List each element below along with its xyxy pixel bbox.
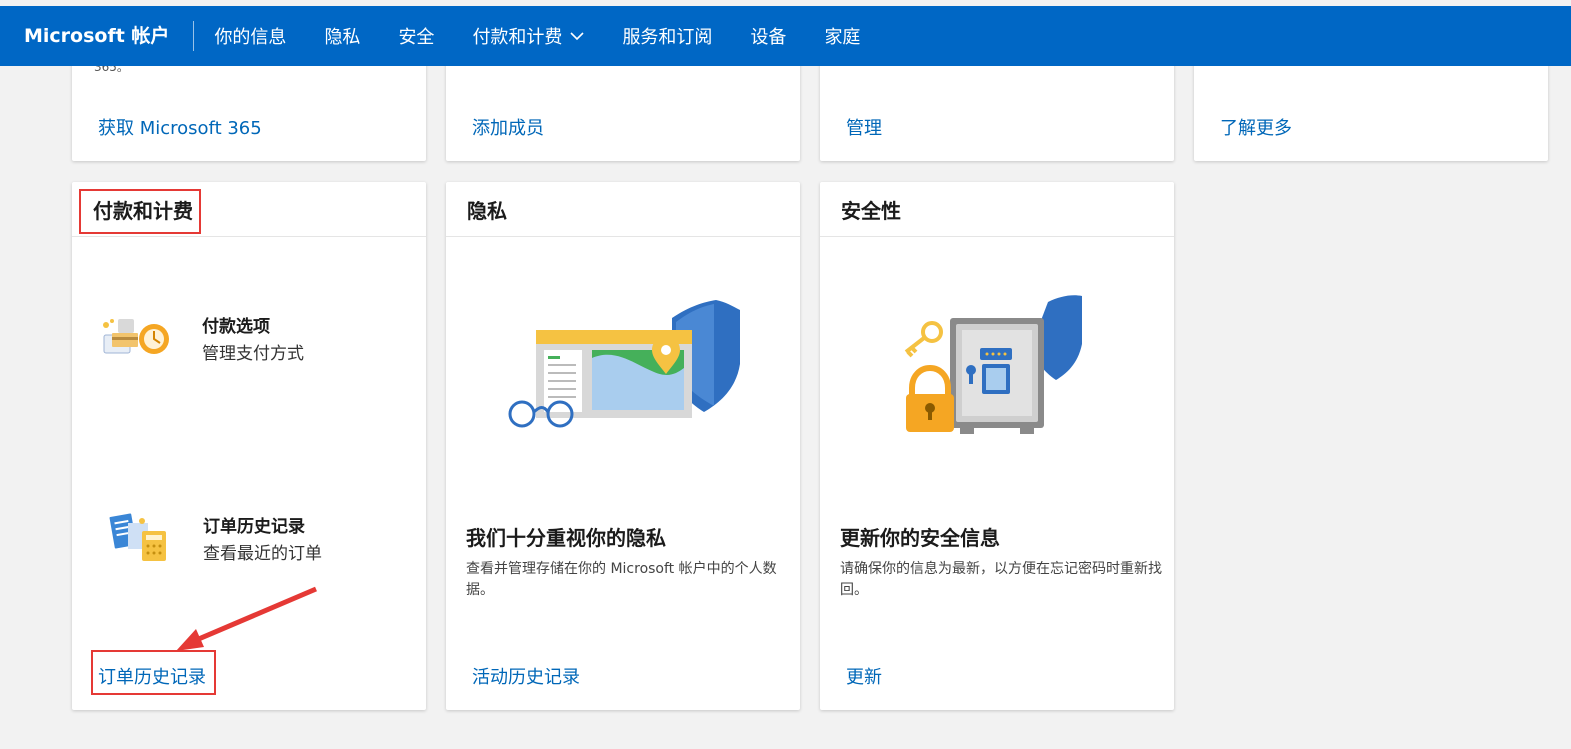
payment-options-icon — [103, 319, 169, 354]
nav-security[interactable]: 安全 — [398, 23, 434, 49]
security-card-title: 安全性 — [820, 182, 1174, 237]
get-microsoft365-link[interactable]: 获取 Microsoft 365 — [98, 114, 262, 140]
security-description: 请确保你的信息为最新，以方便在忘记密码时重新找回。 — [840, 561, 1162, 598]
nav-devices[interactable]: 设备 — [750, 23, 786, 49]
chevron-down-icon — [570, 32, 585, 41]
privacy-illustration — [508, 300, 740, 428]
payment-options-subtitle: 管理支付方式 — [202, 344, 304, 364]
order-history-icon — [109, 513, 166, 561]
privacy-card-title: 隐私 — [446, 182, 800, 237]
nav-privacy[interactable]: 隐私 — [324, 23, 360, 49]
privacy-card: 隐私 我们十分重视你的隐私 查看并管理存储在你的 Microsoft 帐户中的个… — [446, 182, 800, 710]
nav-label: 服务和订阅 — [622, 27, 713, 48]
security-heading: 更新你的安全信息 — [840, 526, 1000, 550]
main-nav: 你的信息 隐私 安全 付款和计费 服务和订阅 设备 家庭 — [214, 23, 898, 49]
nav-family[interactable]: 家庭 — [824, 23, 860, 49]
order-history-item[interactable]: 订单历史记录 查看最近的订单 — [106, 512, 322, 564]
security-card: 安全性 更新你的安全信息 请确保你的信息为最新，以方便在忘记密码时重新找回。 更… — [820, 182, 1174, 710]
manage-link[interactable]: 管理 — [846, 114, 882, 140]
activity-history-link[interactable]: 活动历史记录 — [472, 663, 580, 689]
top-nav-bar: Microsoft 帐户 你的信息 隐私 安全 付款和计费 服务和订阅 设备 家… — [0, 6, 1571, 66]
learn-more-link[interactable]: 了解更多 — [1220, 114, 1292, 140]
payment-options-item[interactable]: 付款选项 管理支付方式 — [100, 312, 304, 364]
privacy-description: 查看并管理存储在你的 Microsoft 帐户中的个人数据。 — [466, 561, 777, 598]
nav-label: 你的信息 — [214, 27, 287, 48]
privacy-heading: 我们十分重视你的隐私 — [466, 526, 666, 550]
add-member-link[interactable]: 添加成员 — [472, 114, 544, 140]
order-history-subtitle: 查看最近的订单 — [203, 544, 322, 564]
billing-card-title: 付款和计费 — [72, 182, 426, 237]
nav-label: 隐私 — [324, 27, 361, 48]
nav-label: 安全 — [398, 27, 435, 48]
nav-label: 设备 — [750, 27, 787, 48]
nav-label: 付款和计费 — [472, 27, 563, 48]
order-history-title: 订单历史记录 — [203, 517, 305, 537]
order-history-link[interactable]: 订单历史记录 — [98, 663, 206, 689]
update-link[interactable]: 更新 — [846, 663, 882, 689]
payment-options-title: 付款选项 — [202, 317, 270, 337]
nav-services-subscriptions[interactable]: 服务和订阅 — [622, 23, 712, 49]
nav-label: 家庭 — [824, 27, 861, 48]
nav-payment-billing[interactable]: 付款和计费 — [472, 23, 585, 49]
brand-title[interactable]: Microsoft 帐户 — [0, 21, 195, 51]
billing-card: 付款和计费 付款选项 管理支付方式 订单历史记录 查看最近的订单 订单历史记录 — [72, 182, 426, 710]
nav-your-info[interactable]: 你的信息 — [214, 23, 286, 49]
security-illustration — [904, 295, 1082, 434]
